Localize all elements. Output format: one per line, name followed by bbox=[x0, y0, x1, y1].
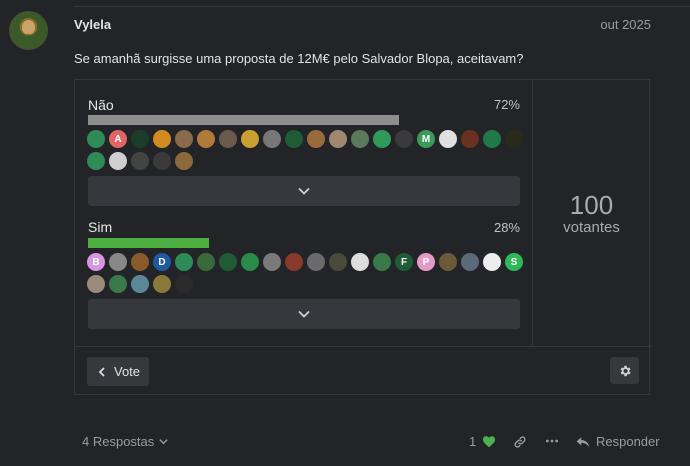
poll-options: Não 72% AM Sim 28% BDFPS bbox=[75, 80, 533, 346]
poll-voters-sim: B D FP S bbox=[87, 253, 523, 293]
voter-avatar[interactable]: S bbox=[505, 253, 523, 271]
share-link-button[interactable] bbox=[513, 435, 527, 452]
poll-footer: Vote bbox=[75, 346, 651, 396]
poll-expand-voters-nao-button[interactable] bbox=[88, 176, 520, 206]
voter-avatar[interactable] bbox=[461, 130, 479, 148]
voter-avatar[interactable] bbox=[175, 130, 193, 148]
voter-avatar[interactable] bbox=[109, 275, 127, 293]
voter-avatar[interactable] bbox=[307, 130, 325, 148]
voter-avatar[interactable] bbox=[351, 130, 369, 148]
voter-avatar[interactable] bbox=[153, 130, 171, 148]
voter-avatar[interactable] bbox=[285, 253, 303, 271]
voter-count-label: votantes bbox=[563, 218, 620, 236]
voter-avatar[interactable]: P bbox=[417, 253, 435, 271]
heart-icon bbox=[483, 436, 496, 448]
poll-container: Não 72% AM Sim 28% BDFPS 100 votantes Vo… bbox=[74, 79, 651, 396]
voter-avatar[interactable] bbox=[175, 275, 193, 293]
voter-avatar[interactable] bbox=[197, 253, 215, 271]
voter-avatar[interactable] bbox=[285, 130, 303, 148]
ellipsis-icon bbox=[545, 439, 559, 443]
voter-avatar[interactable] bbox=[263, 253, 281, 271]
poll-option-percent-sim: 28% bbox=[493, 220, 520, 235]
voter-avatar[interactable] bbox=[131, 253, 149, 271]
link-icon bbox=[514, 436, 526, 448]
voter-avatar[interactable] bbox=[153, 275, 171, 293]
replies-count: 4 Respostas bbox=[82, 434, 155, 449]
voter-avatar[interactable] bbox=[153, 152, 171, 170]
voter-avatar[interactable]: F bbox=[395, 253, 413, 271]
poll-settings-button[interactable] bbox=[610, 357, 639, 384]
chevron-down-icon bbox=[159, 439, 168, 445]
poll-bar-fill-sim bbox=[88, 238, 209, 248]
poll-bar-sim bbox=[88, 238, 520, 248]
reply-label: Responder bbox=[596, 434, 660, 449]
voter-avatar[interactable]: B bbox=[87, 253, 105, 271]
voter-avatar[interactable] bbox=[87, 275, 105, 293]
show-replies-button[interactable]: 4 Respostas bbox=[82, 434, 169, 449]
poll-option-percent-nao: 72% bbox=[493, 97, 520, 112]
post-username[interactable]: Vylela bbox=[74, 17, 111, 32]
poll-bar-nao bbox=[88, 115, 520, 125]
user-avatar[interactable] bbox=[9, 11, 48, 50]
voter-avatar[interactable] bbox=[219, 130, 237, 148]
voter-avatar[interactable]: D bbox=[153, 253, 171, 271]
chevron-down-icon bbox=[298, 310, 310, 318]
voter-avatar[interactable] bbox=[483, 130, 501, 148]
like-count: 1 bbox=[469, 434, 477, 449]
poll-expand-voters-sim-button[interactable] bbox=[88, 299, 520, 329]
reply-arrow-icon bbox=[576, 436, 590, 447]
voter-avatar[interactable] bbox=[461, 253, 479, 271]
voter-avatar[interactable] bbox=[483, 253, 501, 271]
voter-avatar[interactable] bbox=[307, 253, 325, 271]
voter-avatar[interactable] bbox=[263, 130, 281, 148]
voter-avatar[interactable] bbox=[219, 253, 237, 271]
voter-avatar[interactable] bbox=[109, 253, 127, 271]
voter-avatar[interactable] bbox=[351, 253, 369, 271]
poll-option-label-nao: Não bbox=[88, 97, 114, 113]
voter-avatar[interactable] bbox=[439, 130, 457, 148]
voter-avatar[interactable] bbox=[87, 152, 105, 170]
voter-avatar[interactable]: M bbox=[417, 130, 435, 148]
voter-avatar[interactable] bbox=[241, 130, 259, 148]
reply-button[interactable]: Responder bbox=[576, 434, 660, 449]
voter-avatar[interactable] bbox=[373, 130, 391, 148]
poll-voters-nao: AM bbox=[87, 130, 523, 170]
vote-button-label: Vote bbox=[114, 364, 141, 379]
voter-avatar[interactable] bbox=[505, 130, 523, 148]
voter-avatar[interactable] bbox=[329, 130, 347, 148]
voter-avatar[interactable] bbox=[109, 152, 127, 170]
voter-avatar[interactable] bbox=[131, 275, 149, 293]
top-divider bbox=[74, 6, 690, 7]
post-body: Se amanhã surgisse uma proposta de 12M€ … bbox=[74, 51, 524, 66]
poll-voter-count: 100 votantes bbox=[532, 80, 651, 346]
voter-avatar[interactable] bbox=[87, 130, 105, 148]
chevron-left-icon bbox=[98, 366, 105, 377]
post-actions: 4 Respostas 1 Responder bbox=[82, 434, 660, 452]
poll-option-label-sim: Sim bbox=[88, 219, 113, 235]
voter-avatar[interactable] bbox=[329, 253, 347, 271]
like-button[interactable]: 1 bbox=[469, 434, 496, 449]
voter-avatar[interactable] bbox=[197, 130, 215, 148]
voter-avatar[interactable]: A bbox=[109, 130, 127, 148]
voter-avatar[interactable] bbox=[395, 130, 413, 148]
poll-bar-fill-nao bbox=[88, 115, 400, 125]
more-actions-button[interactable] bbox=[545, 434, 559, 451]
voter-avatar[interactable] bbox=[131, 130, 149, 148]
post-date[interactable]: out 2025 bbox=[600, 17, 651, 32]
chevron-down-icon bbox=[298, 187, 310, 195]
voter-avatar[interactable] bbox=[131, 152, 149, 170]
back-to-vote-button[interactable]: Vote bbox=[87, 357, 150, 386]
voter-avatar[interactable] bbox=[241, 253, 259, 271]
voter-avatar[interactable] bbox=[439, 253, 457, 271]
voter-count-number: 100 bbox=[569, 189, 614, 220]
voter-avatar[interactable] bbox=[175, 152, 193, 170]
voter-avatar[interactable] bbox=[175, 253, 193, 271]
gear-icon bbox=[620, 365, 631, 376]
voter-avatar[interactable] bbox=[373, 253, 391, 271]
